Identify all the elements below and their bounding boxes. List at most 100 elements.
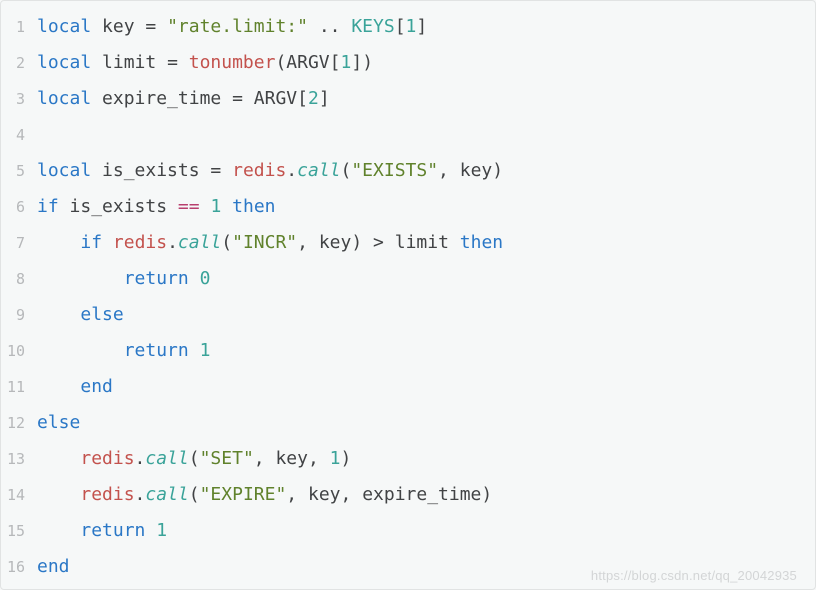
- code-line: 5local is_exists = redis.call("EXISTS", …: [1, 153, 815, 189]
- code-line: 3local expire_time = ARGV[2]: [1, 81, 815, 117]
- token-sp: [341, 16, 352, 37]
- token-id: limit: [102, 52, 156, 73]
- code-content: local expire_time = ARGV[2]: [37, 81, 815, 117]
- token-sp: [167, 196, 178, 217]
- token-num: 0: [200, 268, 211, 289]
- line-number: 16: [1, 549, 37, 585]
- token-sp: [156, 52, 167, 73]
- token-str: "INCR": [232, 232, 297, 253]
- token-bracket: (: [189, 448, 200, 469]
- token-sp: [102, 232, 113, 253]
- token-op: ,: [438, 160, 460, 181]
- watermark-text: https://blog.csdn.net/qq_20042935: [591, 568, 797, 583]
- token-sp: [362, 232, 373, 253]
- token-sp: [37, 520, 80, 541]
- token-bracket: [: [395, 16, 406, 37]
- code-line: 10 return 1: [1, 333, 815, 369]
- token-bracket: ): [351, 232, 362, 253]
- token-bracket: (: [189, 484, 200, 505]
- token-bracket: (: [341, 160, 352, 181]
- token-kw: then: [460, 232, 503, 253]
- token-bracket: ): [341, 448, 352, 469]
- code-content: return 0: [37, 261, 815, 297]
- token-str: "rate.limit:": [167, 16, 308, 37]
- token-bracket: ): [362, 52, 373, 73]
- code-content: else: [37, 405, 815, 441]
- line-number: 1: [1, 9, 37, 45]
- token-sp: [221, 160, 232, 181]
- line-number: 9: [1, 297, 37, 333]
- token-kw: return: [124, 340, 189, 361]
- token-kw: else: [37, 412, 80, 433]
- token-op: ,: [341, 484, 363, 505]
- token-sp: [384, 232, 395, 253]
- token-op: .: [135, 484, 146, 505]
- token-sp: [91, 52, 102, 73]
- code-line: 13 redis.call("SET", key, 1): [1, 441, 815, 477]
- token-id: key: [460, 160, 493, 181]
- code-content: redis.call("EXPIRE", key, expire_time): [37, 477, 815, 513]
- token-sp: [135, 16, 146, 37]
- token-id: expire_time: [362, 484, 481, 505]
- token-num: 1: [200, 340, 211, 361]
- code-content: else: [37, 297, 815, 333]
- token-call2: call: [178, 232, 221, 253]
- token-bracket: ): [492, 160, 503, 181]
- line-number: 14: [1, 477, 37, 513]
- line-number: 10: [1, 333, 37, 369]
- token-op: =: [232, 88, 243, 109]
- line-number: 8: [1, 261, 37, 297]
- line-number: 15: [1, 513, 37, 549]
- token-id: expire_time: [102, 88, 221, 109]
- token-sp: [449, 232, 460, 253]
- token-op: =: [210, 160, 221, 181]
- code-line: 8 return 0: [1, 261, 815, 297]
- token-bracket: ): [481, 484, 492, 505]
- code-content: local limit = tonumber(ARGV[1]): [37, 45, 815, 81]
- code-line: 1local key = "rate.limit:" .. KEYS[1]: [1, 9, 815, 45]
- token-bracket: (: [221, 232, 232, 253]
- token-kw: local: [37, 88, 91, 109]
- token-sp: [156, 16, 167, 37]
- code-line: 15 return 1: [1, 513, 815, 549]
- token-op: >: [373, 232, 384, 253]
- token-op: ,: [254, 448, 276, 469]
- line-number: 3: [1, 81, 37, 117]
- token-op: ..: [319, 16, 341, 37]
- token-kw: return: [80, 520, 145, 541]
- token-sp: [178, 52, 189, 73]
- line-number: 11: [1, 369, 37, 405]
- token-eqop: ==: [178, 196, 200, 217]
- token-keysg: KEYS: [351, 16, 394, 37]
- token-sp: [189, 340, 200, 361]
- token-bracket: ]: [351, 52, 362, 73]
- token-sp: [37, 340, 124, 361]
- token-str: "EXPIRE": [200, 484, 287, 505]
- code-content: return 1: [37, 333, 815, 369]
- token-call1: redis: [113, 232, 167, 253]
- token-sp: [145, 520, 156, 541]
- token-global: ARGV: [254, 88, 297, 109]
- code-content: if redis.call("INCR", key) > limit then: [37, 225, 815, 261]
- token-sp: [37, 232, 80, 253]
- token-call1: tonumber: [189, 52, 276, 73]
- code-lines-container: 1local key = "rate.limit:" .. KEYS[1]2lo…: [1, 9, 815, 585]
- token-kw: local: [37, 52, 91, 73]
- token-sp: [59, 196, 70, 217]
- token-kw: else: [80, 304, 123, 325]
- token-str: "SET": [200, 448, 254, 469]
- token-id: key: [319, 232, 352, 253]
- token-sp: [37, 376, 80, 397]
- line-number: 4: [1, 117, 37, 153]
- token-sp: [37, 304, 80, 325]
- token-call2: call: [297, 160, 340, 181]
- token-bracket: [: [330, 52, 341, 73]
- token-sp: [91, 160, 102, 181]
- token-op: =: [145, 16, 156, 37]
- token-call2: call: [145, 448, 188, 469]
- token-id: is_exists: [70, 196, 168, 217]
- code-content: if is_exists == 1 then: [37, 189, 815, 225]
- token-sp: [91, 88, 102, 109]
- token-kw: end: [80, 376, 113, 397]
- line-number: 7: [1, 225, 37, 261]
